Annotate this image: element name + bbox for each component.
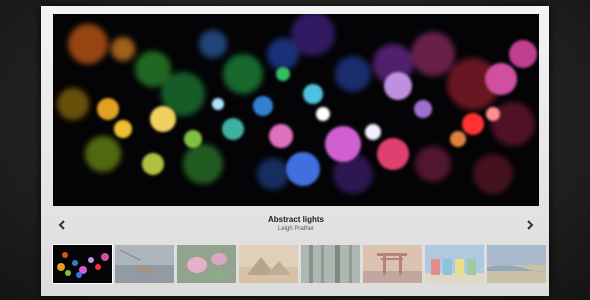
main-slide-image xyxy=(53,14,539,206)
slide-caption: Abstract lights Leigh Prather xyxy=(53,215,539,233)
thumbnail-shoreline[interactable] xyxy=(487,245,546,283)
caption-bar: Abstract lights Leigh Prather xyxy=(53,210,539,240)
thumbnail-abstract-lights[interactable] xyxy=(52,244,113,284)
thumbnail-lotus-flowers[interactable] xyxy=(177,245,236,283)
thumbnail-pyramids[interactable] xyxy=(239,245,298,283)
thumbnail-boat-on-lake[interactable] xyxy=(115,245,174,283)
thumbnail-strip xyxy=(52,244,546,284)
next-button[interactable] xyxy=(523,218,537,232)
bokeh-lights-image xyxy=(53,14,539,206)
slider-frame: Abstract lights Leigh Prather xyxy=(41,6,549,296)
thumbnail-bamboo[interactable] xyxy=(301,245,360,283)
thumbnail-beach-huts[interactable] xyxy=(425,245,484,283)
slide-author: Leigh Prather xyxy=(277,226,315,232)
thumbnail-torii-gate[interactable] xyxy=(363,245,422,283)
chevron-right-icon xyxy=(527,220,534,230)
slide-title: Abstract lights xyxy=(267,215,324,224)
